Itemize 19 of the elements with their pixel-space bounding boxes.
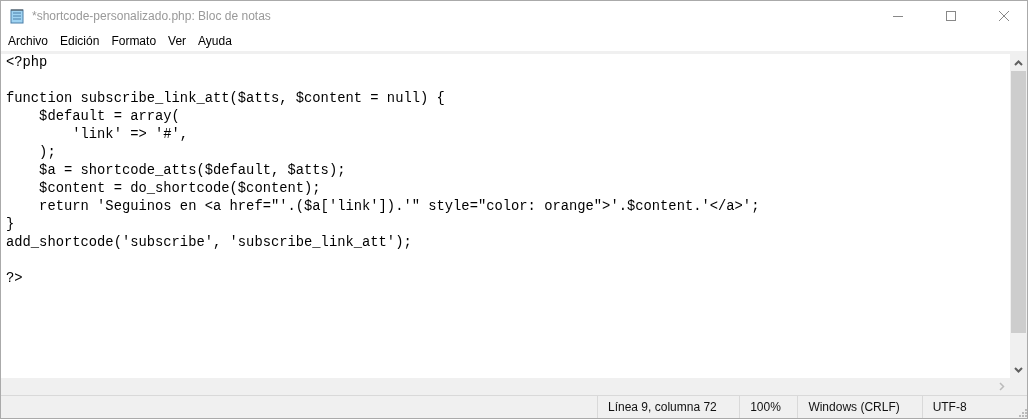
scroll-right-icon[interactable] xyxy=(998,382,1005,391)
status-text: Windows (CRLF) xyxy=(797,396,922,418)
menu-item[interactable]: Ver xyxy=(162,31,193,51)
resize-grip-icon[interactable] xyxy=(1017,408,1027,418)
menu-item[interactable]: Edición xyxy=(54,31,106,51)
close-icon xyxy=(998,10,1010,22)
status-text: UTF-8 xyxy=(921,396,1018,418)
window-title: *shortcode-personalizado.php: Bloc de notas xyxy=(32,9,272,23)
status-text: 100% xyxy=(739,396,798,418)
notepad-icon xyxy=(9,8,25,24)
scrollbar-thumb[interactable] xyxy=(1011,71,1026,333)
code-text: <?php function subscribe_link_att($atts, $content = null) { $default = array( 'link' => '#', ); $a = shortcode_atts($default, $atts); $content = do_shortcode($content); return 'Seguinos en <a href="'.($a['link']).'" style="color: orange">'.$content.'</a>'; } add_shortcode('subscribe', 'subscribe_link_att'); ?> xyxy=(6,54,761,288)
maximize-icon xyxy=(945,10,957,22)
scroll-up-icon[interactable] xyxy=(1014,59,1023,66)
status-text: Línea 9, columna 72 xyxy=(597,396,740,418)
menu-item[interactable]: Formato xyxy=(105,31,163,51)
menu-item[interactable]: Ayuda xyxy=(192,31,238,51)
scroll-down-icon[interactable] xyxy=(1014,366,1023,373)
menu-item[interactable]: Archivo xyxy=(2,31,54,51)
